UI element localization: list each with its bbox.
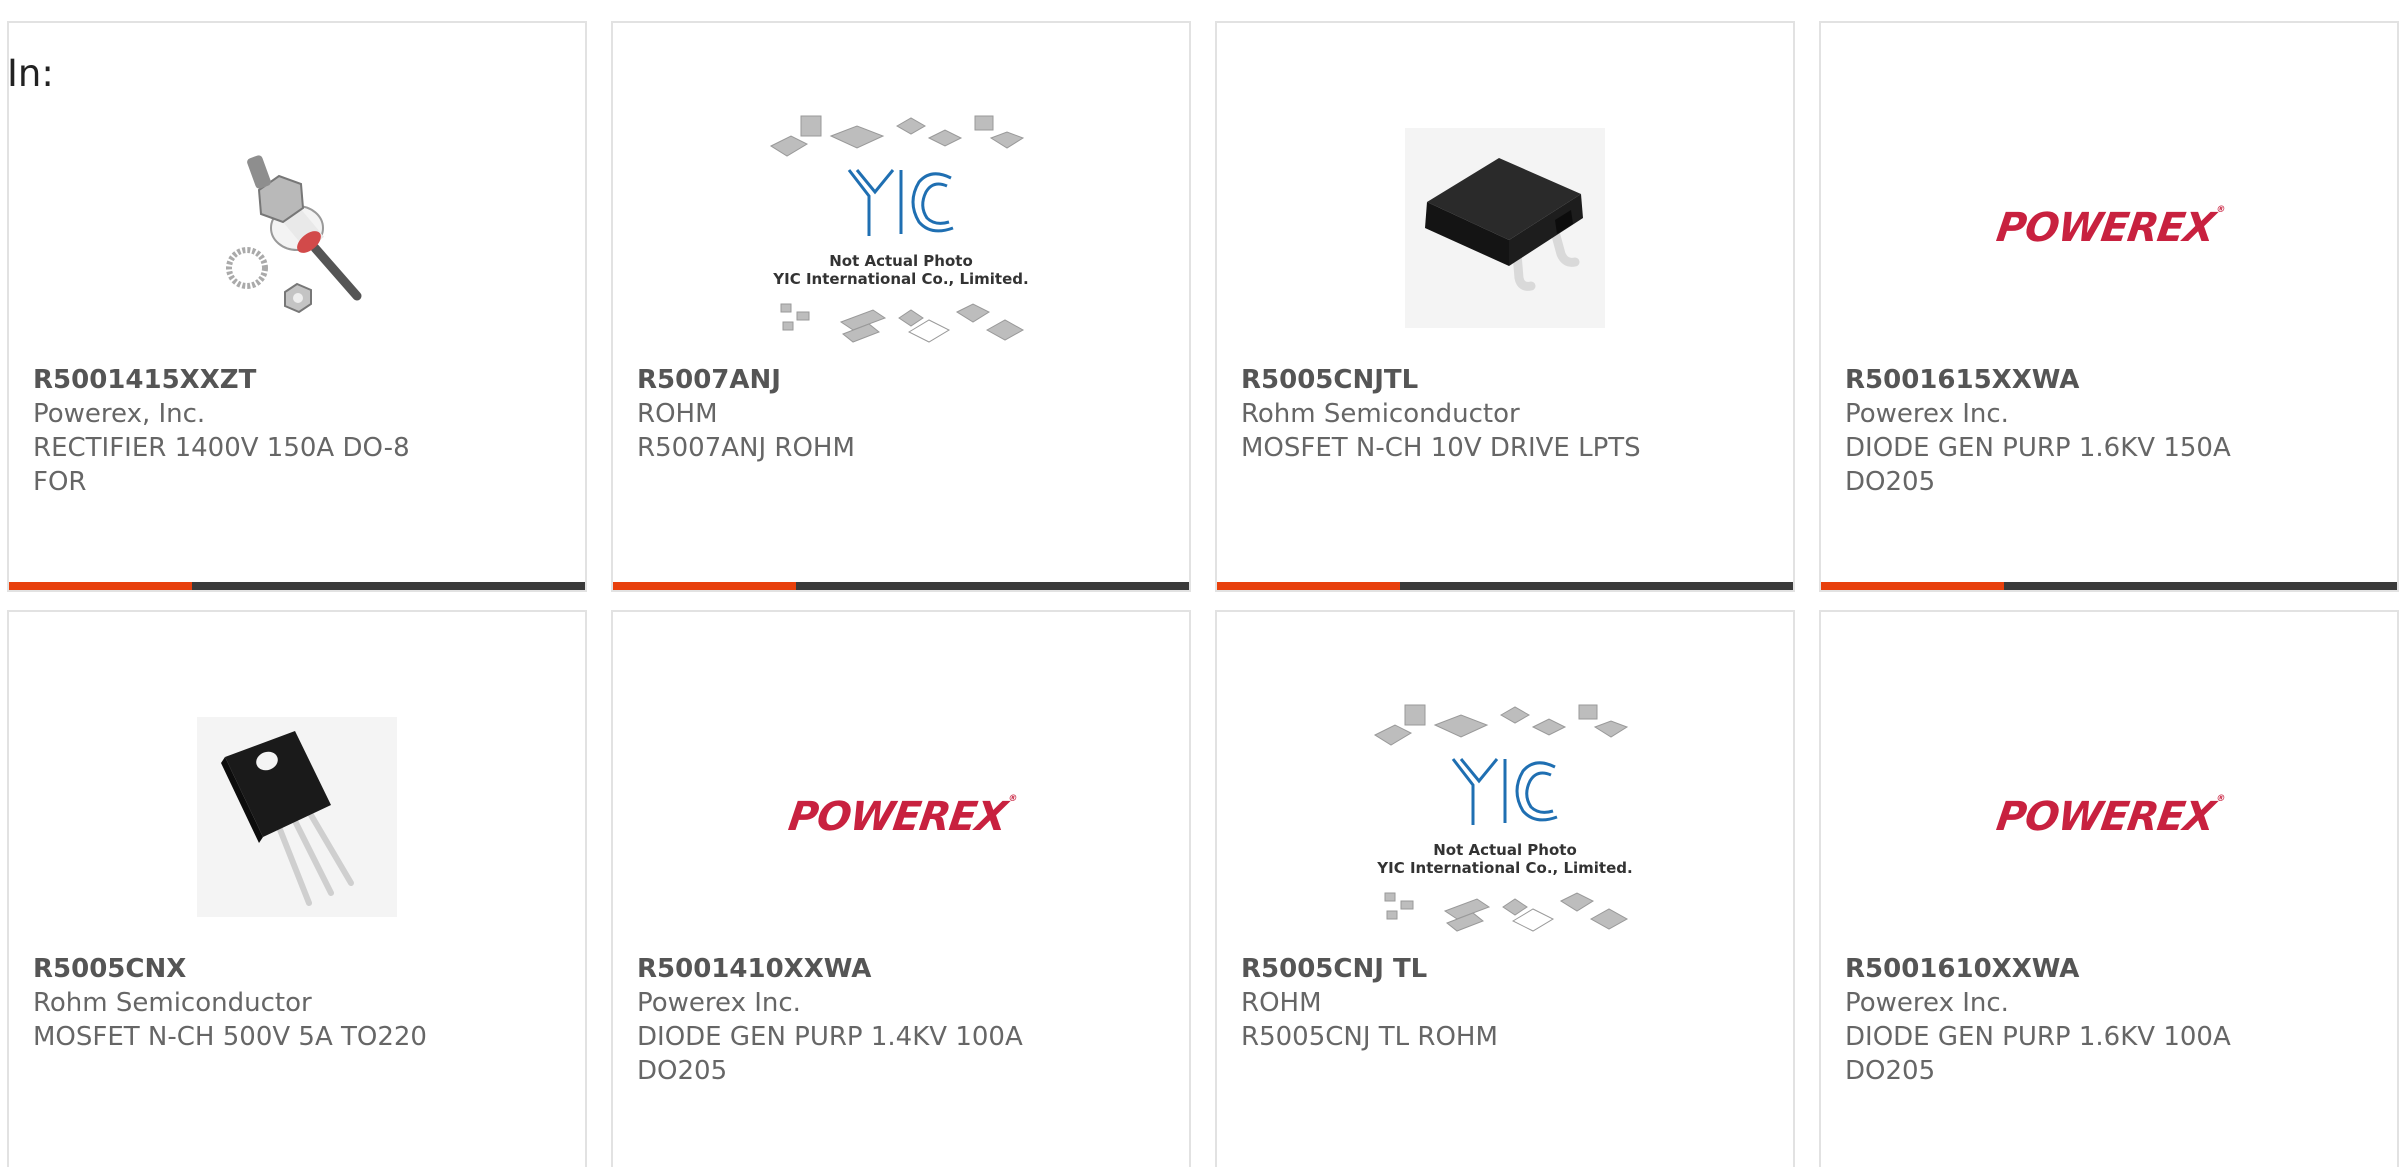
description: MOSFET N-CH 500V 5A TO220 <box>33 1022 427 1052</box>
product-card[interactable]: R5005CNJTL Rohm Semiconductor MOSFET N-C… <box>1215 21 1795 592</box>
manufacturer: ROHM <box>637 399 718 429</box>
description: R5007ANJ ROHM <box>637 433 855 463</box>
product-info: R5005CNX Rohm Semiconductor MOSFET N-CH … <box>33 952 561 1054</box>
card-accent-bar <box>613 582 796 590</box>
product-card[interactable]: R5005CNX Rohm Semiconductor MOSFET N-CH … <box>7 610 587 1167</box>
product-card[interactable]: POWEREX® R5001610XXWA Powerex Inc. DIODE… <box>1819 610 2399 1167</box>
product-card[interactable]: Not Actual Photo YIC International Co., … <box>1215 610 1795 1167</box>
placeholder-caption-2: YIC International Co., Limited. <box>772 270 1028 288</box>
product-image <box>9 83 585 373</box>
description-continued: DO205 <box>1845 1056 1936 1086</box>
product-card[interactable]: R5001415XXZT Powerex, Inc. RECTIFIER 140… <box>7 21 587 592</box>
manufacturer: ROHM <box>1241 988 1322 1018</box>
product-card[interactable]: Not Actual Photo YIC International Co., … <box>611 21 1191 592</box>
product-image <box>9 672 585 962</box>
powerex-logo-icon: POWEREX® <box>785 794 1017 840</box>
product-results-page: In: R5001415XXZT Powerex, Inc. RECTIFIER… <box>0 0 2400 1167</box>
description: MOSFET N-CH 10V DRIVE LPTS <box>1241 433 1641 463</box>
product-info: R5001610XXWA Powerex Inc. DIODE GEN PURP… <box>1845 952 2373 1088</box>
part-number[interactable]: R5005CNJ TL <box>1241 952 1769 986</box>
product-image: POWEREX® <box>613 672 1189 962</box>
card-bottom-bar <box>613 582 1189 590</box>
part-number[interactable]: R5001415XXZT <box>33 363 561 397</box>
product-info: R5005CNJTL Rohm Semiconductor MOSFET N-C… <box>1241 363 1769 465</box>
product-info: R5001410XXWA Powerex Inc. DIODE GEN PURP… <box>637 952 1165 1088</box>
card-accent-bar <box>1217 582 1400 590</box>
description: DIODE GEN PURP 1.6KV 150A <box>1845 433 2231 463</box>
product-info: R5005CNJ TL ROHM R5005CNJ TL ROHM <box>1241 952 1769 1054</box>
product-image: POWEREX® <box>1821 672 2397 962</box>
product-info: R5001615XXWA Powerex Inc. DIODE GEN PURP… <box>1845 363 2373 499</box>
product-info: R5001415XXZT Powerex, Inc. RECTIFIER 140… <box>33 363 561 499</box>
stud-rectifier-photo-icon <box>226 155 362 314</box>
description: DIODE GEN PURP 1.4KV 100A <box>637 1022 1023 1052</box>
to220-photo-icon <box>197 717 397 917</box>
card-accent-bar <box>9 582 192 590</box>
description: DIODE GEN PURP 1.6KV 100A <box>1845 1022 2231 1052</box>
filter-label: In: <box>7 52 54 95</box>
manufacturer: Powerex, Inc. <box>33 399 206 429</box>
manufacturer: Powerex Inc. <box>637 988 801 1018</box>
product-card[interactable]: POWEREX® R5001410XXWA Powerex Inc. DIODE… <box>611 610 1191 1167</box>
description-continued: DO205 <box>1845 467 1936 497</box>
yic-placeholder-icon: Not Actual Photo YIC International Co., … <box>1373 704 1633 932</box>
manufacturer: Powerex Inc. <box>1845 399 2009 429</box>
card-accent-bar <box>1821 582 2004 590</box>
product-image: Not Actual Photo YIC International Co., … <box>613 83 1189 373</box>
manufacturer: Rohm Semiconductor <box>1241 399 1520 429</box>
product-image: POWEREX® <box>1821 83 2397 373</box>
card-bottom-bar <box>1217 582 1793 590</box>
product-info: R5007ANJ ROHM R5007ANJ ROHM <box>637 363 1165 465</box>
description: RECTIFIER 1400V 150A DO-8 <box>33 433 410 463</box>
part-number[interactable]: R5005CNJTL <box>1241 363 1769 397</box>
powerex-logo-icon: POWEREX® <box>1993 205 2225 251</box>
placeholder-caption-1: Not Actual Photo <box>829 252 973 270</box>
yic-placeholder-icon: Not Actual Photo YIC International Co., … <box>769 115 1029 343</box>
product-image <box>1217 83 1793 373</box>
part-number[interactable]: R5001615XXWA <box>1845 363 2373 397</box>
description: R5005CNJ TL ROHM <box>1241 1022 1498 1052</box>
product-image: Not Actual Photo YIC International Co., … <box>1217 672 1793 962</box>
part-number[interactable]: R5001610XXWA <box>1845 952 2373 986</box>
part-number[interactable]: R5005CNX <box>33 952 561 986</box>
product-card[interactable]: POWEREX® R5001615XXWA Powerex Inc. DIODE… <box>1819 21 2399 592</box>
description-continued: FOR <box>33 467 87 497</box>
part-number[interactable]: R5007ANJ <box>637 363 1165 397</box>
card-bottom-bar <box>1821 582 2397 590</box>
smd-package-photo-icon <box>1405 128 1605 328</box>
placeholder-caption-2: YIC International Co., Limited. <box>1376 859 1632 877</box>
description-continued: DO205 <box>637 1056 728 1086</box>
placeholder-caption-1: Not Actual Photo <box>1433 841 1577 859</box>
part-number[interactable]: R5001410XXWA <box>637 952 1165 986</box>
product-grid: R5001415XXZT Powerex, Inc. RECTIFIER 140… <box>7 21 2399 1167</box>
powerex-logo-icon: POWEREX® <box>1993 794 2225 840</box>
manufacturer: Powerex Inc. <box>1845 988 2009 1018</box>
manufacturer: Rohm Semiconductor <box>33 988 312 1018</box>
card-bottom-bar <box>9 582 585 590</box>
